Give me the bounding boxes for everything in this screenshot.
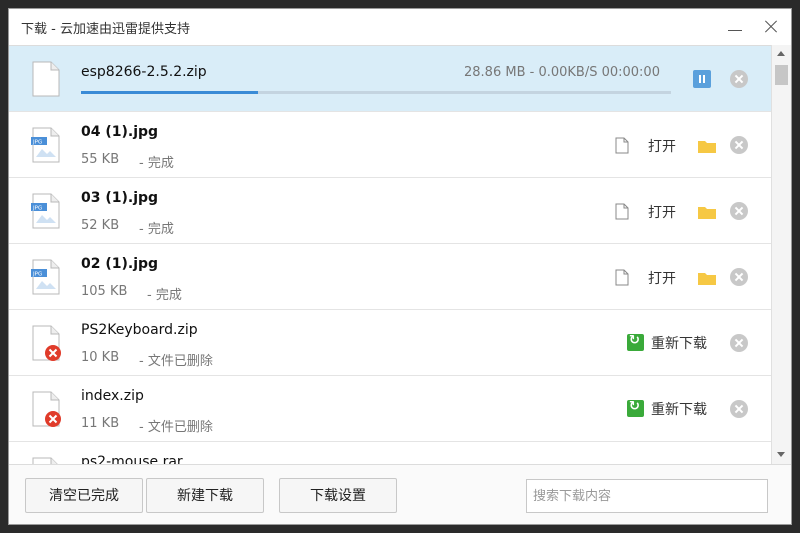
deleted-file-icon bbox=[32, 391, 61, 427]
file-name: index.zip bbox=[81, 388, 144, 404]
file-size: 10 KB bbox=[81, 350, 120, 365]
close-button[interactable] bbox=[757, 15, 785, 39]
download-row[interactable]: JPG 04 (1).jpg 55 KB - 完成 打开 bbox=[9, 112, 771, 178]
remove-button[interactable] bbox=[730, 400, 748, 418]
svg-text:JPG: JPG bbox=[32, 272, 42, 278]
folder-icon[interactable] bbox=[697, 270, 717, 286]
file-size: 105 KB bbox=[81, 284, 128, 299]
clear-completed-button[interactable]: 清空已完成 bbox=[25, 478, 143, 513]
redownload-label: 重新下载 bbox=[651, 336, 707, 352]
progress-fill bbox=[81, 91, 258, 94]
download-row[interactable]: JPG 02 (1).jpg 105 KB - 完成 打开 bbox=[9, 244, 771, 310]
refresh-icon bbox=[627, 333, 644, 351]
svg-text:JPG: JPG bbox=[32, 206, 42, 212]
remove-button[interactable] bbox=[730, 70, 748, 88]
jpg-file-icon: JPG bbox=[31, 259, 60, 295]
open-link[interactable]: 打开 bbox=[648, 136, 676, 156]
open-link[interactable]: 打开 bbox=[648, 202, 676, 222]
download-row[interactable]: index.zip 11 KB - 文件已删除 重新下载 bbox=[9, 376, 771, 442]
file-status: - 文件已删除 bbox=[139, 354, 213, 369]
jpg-file-icon: JPG bbox=[31, 193, 60, 229]
new-download-button[interactable]: 新建下载 bbox=[146, 478, 264, 513]
title-bar: 下载 - 云加速由迅雷提供支持 bbox=[9, 9, 791, 45]
file-icon[interactable] bbox=[615, 203, 629, 220]
scrollbar[interactable] bbox=[771, 45, 791, 464]
download-settings-button[interactable]: 下载设置 bbox=[279, 478, 397, 513]
download-row[interactable]: ps2-mouse.rar bbox=[9, 442, 771, 465]
file-status: - 完成 bbox=[139, 222, 174, 237]
open-link[interactable]: 打开 bbox=[648, 268, 676, 288]
file-status: - 完成 bbox=[139, 156, 174, 171]
scroll-up-arrow-icon[interactable] bbox=[777, 51, 785, 56]
file-name: 04 (1).jpg bbox=[81, 124, 159, 140]
deleted-file-icon bbox=[32, 325, 61, 361]
file-size: 52 KB bbox=[81, 218, 120, 233]
file-name: 03 (1).jpg bbox=[81, 190, 159, 206]
scroll-down-arrow-icon[interactable] bbox=[777, 452, 785, 457]
remove-button[interactable] bbox=[730, 268, 748, 286]
download-row-active[interactable]: esp8266-2.5.2.zip 28.86 MB - 0.00KB/S 00… bbox=[9, 46, 771, 112]
remove-button[interactable] bbox=[730, 202, 748, 220]
remove-button[interactable] bbox=[730, 334, 748, 352]
svg-text:JPG: JPG bbox=[32, 140, 42, 146]
window-title: 下载 - 云加速由迅雷提供支持 bbox=[21, 22, 190, 37]
folder-icon[interactable] bbox=[697, 204, 717, 220]
generic-file-icon bbox=[32, 61, 60, 97]
refresh-icon bbox=[627, 399, 644, 417]
download-list: esp8266-2.5.2.zip 28.86 MB - 0.00KB/S 00… bbox=[9, 45, 771, 465]
file-size: 55 KB bbox=[81, 152, 120, 167]
file-name: 02 (1).jpg bbox=[81, 256, 159, 272]
progress-bar bbox=[81, 91, 671, 94]
file-icon[interactable] bbox=[615, 269, 629, 286]
download-window: 下载 - 云加速由迅雷提供支持 esp8266-2.5.2.zip 28.86 … bbox=[8, 8, 792, 525]
file-name: PS2Keyboard.zip bbox=[81, 322, 198, 338]
folder-icon[interactable] bbox=[697, 138, 717, 154]
download-row[interactable]: JPG 03 (1).jpg 52 KB - 完成 打开 bbox=[9, 178, 771, 244]
scroll-thumb[interactable] bbox=[775, 65, 788, 85]
file-icon[interactable] bbox=[615, 137, 629, 154]
file-size: 11 KB bbox=[81, 416, 120, 431]
footer: 清空已完成 新建下载 下载设置 bbox=[9, 464, 791, 524]
file-name: esp8266-2.5.2.zip bbox=[81, 64, 207, 80]
jpg-file-icon: JPG bbox=[31, 127, 60, 163]
redownload-label: 重新下载 bbox=[651, 402, 707, 418]
remove-button[interactable] bbox=[730, 136, 748, 154]
minimize-button[interactable] bbox=[721, 15, 749, 39]
search-input[interactable] bbox=[526, 479, 768, 513]
download-row[interactable]: PS2Keyboard.zip 10 KB - 文件已删除 重新下载 bbox=[9, 310, 771, 376]
file-status: - 完成 bbox=[147, 288, 182, 303]
pause-button[interactable] bbox=[693, 70, 711, 88]
progress-info: 28.86 MB - 0.00KB/S 00:00:00 bbox=[464, 65, 660, 80]
file-status: - 文件已删除 bbox=[139, 420, 213, 435]
